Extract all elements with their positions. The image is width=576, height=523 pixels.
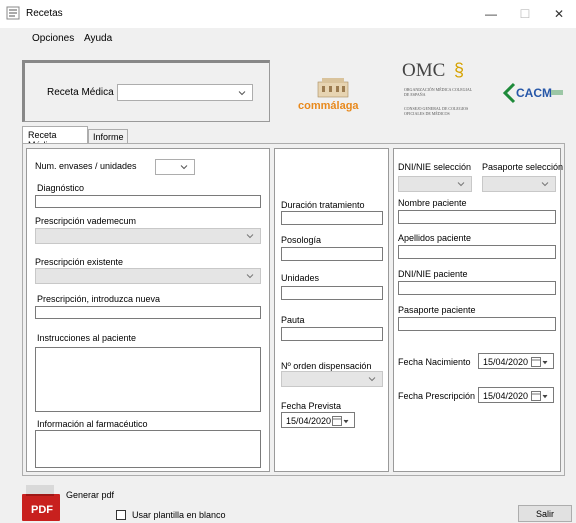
receta-select[interactable] bbox=[117, 84, 253, 101]
pasaporte-label: Pasaporte paciente bbox=[398, 305, 476, 315]
prescription-panel: Num. envases / unidades Diagnóstico Pres… bbox=[26, 148, 270, 472]
window-title: Recetas bbox=[26, 8, 63, 19]
orden-label: Nº orden dispensación bbox=[281, 361, 372, 371]
caduceus-icon: § bbox=[454, 60, 465, 80]
apellidos-input[interactable] bbox=[398, 245, 556, 259]
calendar-dropdown-icon bbox=[332, 416, 349, 426]
omc-sub2: CONSEJO GENERAL DE COLEGIOS OFICIALES DE… bbox=[404, 106, 469, 116]
menu-bar: Opciones Ayuda bbox=[0, 30, 576, 48]
plantilla-label: Usar plantilla en blanco bbox=[132, 510, 226, 520]
farmaceutico-label: Información al farmacéutico bbox=[37, 419, 148, 429]
close-button[interactable]: ✕ bbox=[544, 4, 574, 24]
pauta-input[interactable] bbox=[281, 327, 383, 341]
posologia-input[interactable] bbox=[281, 247, 383, 261]
instrucciones-textarea[interactable] bbox=[35, 347, 261, 412]
tab-informe[interactable]: Informe bbox=[88, 129, 128, 144]
dni-label: DNI/NIE paciente bbox=[398, 269, 468, 279]
unidades-input[interactable] bbox=[281, 286, 383, 300]
salir-button[interactable]: Salir bbox=[518, 505, 572, 522]
posologia-label: Posología bbox=[281, 235, 322, 245]
fecha-prevista-label: Fecha Prevista bbox=[281, 401, 342, 411]
dni-sel-label: DNI/NIE selección bbox=[398, 162, 472, 172]
diagnostico-input[interactable] bbox=[35, 195, 261, 208]
envases-label: Num. envases / unidades bbox=[35, 161, 137, 171]
instrucciones-label: Instrucciones al paciente bbox=[37, 333, 137, 343]
fecha-nacimiento-picker[interactable]: 15/04/2020 bbox=[478, 353, 554, 369]
chevron-down-icon bbox=[246, 274, 254, 279]
fecha-prescripcion-picker[interactable]: 15/04/2020 bbox=[478, 387, 554, 403]
building-icon bbox=[317, 78, 349, 98]
existente-select[interactable] bbox=[35, 268, 261, 284]
nueva-prescripcion-input[interactable] bbox=[35, 306, 261, 319]
title-bar: Recetas — ☐ ✕ bbox=[0, 0, 576, 28]
dni-select[interactable] bbox=[398, 176, 472, 192]
menu-opciones[interactable]: Opciones bbox=[32, 33, 74, 44]
vademecum-label: Prescripción vademecum bbox=[35, 216, 137, 226]
calendar-dropdown-icon bbox=[531, 357, 548, 367]
receta-group: Receta Médica bbox=[22, 60, 270, 122]
cacm-mark-icon bbox=[502, 82, 516, 104]
pdf-button[interactable]: PDF bbox=[22, 485, 60, 521]
receta-label: Receta Médica bbox=[47, 87, 114, 98]
tab-receta-medica[interactable]: Receta Médica bbox=[22, 126, 88, 150]
existente-label: Prescripción existente bbox=[35, 257, 124, 267]
apellidos-label: Apellidos paciente bbox=[398, 233, 472, 243]
nacimiento-label: Fecha Nacimiento bbox=[398, 357, 471, 367]
diagnostico-label: Diagnóstico bbox=[37, 183, 85, 193]
orden-select[interactable] bbox=[281, 371, 383, 387]
chevron-down-icon bbox=[238, 90, 246, 95]
patient-panel: DNI/NIE selección Pasaporte selección No… bbox=[393, 148, 564, 472]
cacm-text: CACM bbox=[516, 86, 552, 100]
omc-title: OMC bbox=[402, 60, 446, 81]
vademecum-select[interactable] bbox=[35, 228, 261, 244]
maximize-button[interactable]: ☐ bbox=[510, 4, 540, 24]
chevron-down-icon bbox=[457, 182, 465, 187]
omc-sub1: ORGANIZACIÓN MÉDICA COLEGIAL DE ESPAÑA bbox=[404, 87, 473, 97]
pasaporte-sel-label: Pasaporte selección bbox=[482, 162, 564, 172]
fecha-prevista-picker[interactable]: 15/04/2020 bbox=[281, 412, 355, 428]
nombre-label: Nombre paciente bbox=[398, 198, 467, 208]
plantilla-checkbox[interactable] bbox=[116, 510, 126, 520]
pauta-label: Pauta bbox=[281, 315, 305, 325]
omc-logo: OMC § ORGANIZACIÓN MÉDICA COLEGIAL DE ES… bbox=[396, 60, 486, 130]
commalaga-text: commálaga bbox=[298, 100, 359, 112]
generar-pdf-label: Generar pdf bbox=[66, 490, 115, 500]
commalaga-logo: commálaga bbox=[298, 76, 374, 116]
chevron-down-icon bbox=[541, 182, 549, 187]
app-icon bbox=[6, 6, 20, 20]
duracion-input[interactable] bbox=[281, 211, 383, 225]
envases-select[interactable] bbox=[155, 159, 195, 175]
cacm-logo: CACM bbox=[502, 82, 564, 106]
chevron-down-icon bbox=[368, 377, 376, 382]
duracion-label: Duración tratamiento bbox=[281, 200, 365, 210]
calendar-dropdown-icon bbox=[531, 391, 548, 401]
menu-ayuda[interactable]: Ayuda bbox=[84, 33, 112, 44]
chevron-down-icon bbox=[246, 234, 254, 239]
dosage-panel: Duración tratamiento Posología Unidades … bbox=[274, 148, 389, 472]
minimize-button[interactable]: — bbox=[476, 4, 506, 24]
unidades-label: Unidades bbox=[281, 273, 320, 283]
pasaporte-input[interactable] bbox=[398, 317, 556, 331]
nueva-label: Prescripción, introduzca nueva bbox=[37, 294, 161, 304]
farmaceutico-textarea[interactable] bbox=[35, 430, 261, 468]
nombre-input[interactable] bbox=[398, 210, 556, 224]
pasaporte-select[interactable] bbox=[482, 176, 556, 192]
fecha-prescripcion-label: Fecha Prescripción bbox=[398, 391, 476, 401]
dni-input[interactable] bbox=[398, 281, 556, 295]
chevron-down-icon bbox=[180, 165, 188, 170]
cacm-subtitle-bar bbox=[551, 90, 563, 95]
